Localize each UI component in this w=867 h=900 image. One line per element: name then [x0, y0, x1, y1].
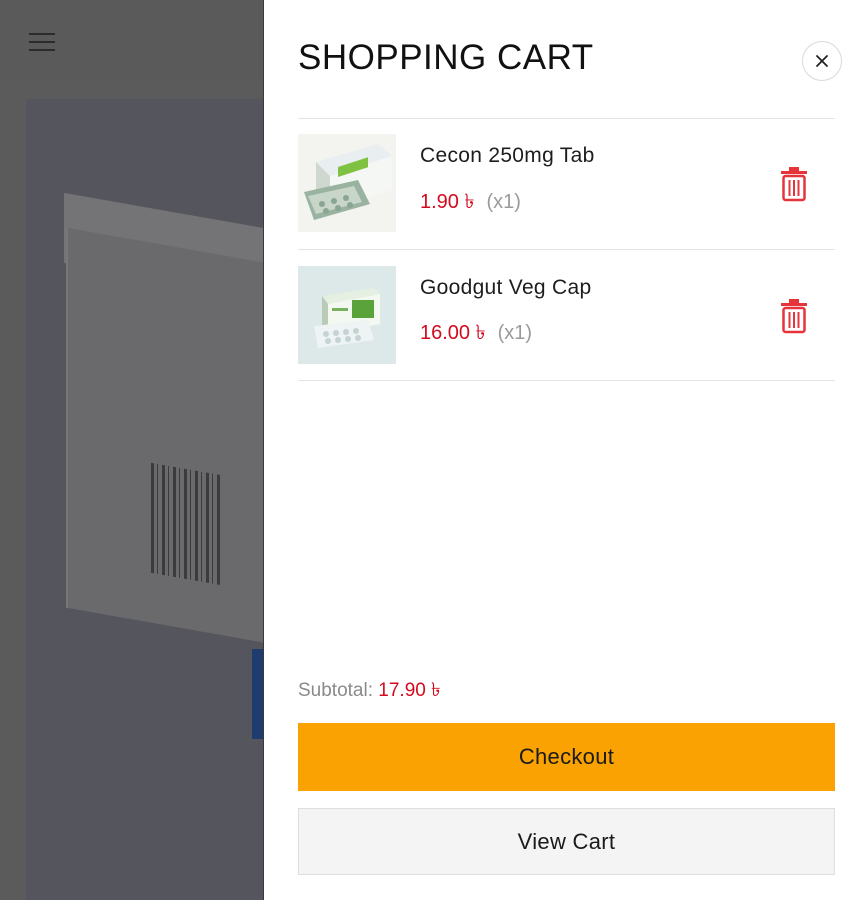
cart-title: SHOPPING CART	[298, 38, 594, 77]
item-name[interactable]: Goodgut Veg Cap	[420, 276, 591, 300]
close-button[interactable]	[802, 41, 842, 81]
product-image	[26, 99, 266, 900]
trash-icon	[781, 299, 807, 334]
checkout-button[interactable]: Checkout	[298, 723, 835, 791]
product-thumbnail[interactable]	[298, 134, 396, 232]
item-price: 16.00 ৳	[420, 322, 486, 344]
shopping-cart-drawer: SHOPPING CART Cecon 250mg Tab 1.90 ৳ (x1)	[263, 0, 867, 900]
remove-item-button[interactable]	[779, 166, 809, 202]
item-quantity: (x1)	[497, 322, 533, 344]
subtotal-value: 17.90 ৳	[378, 680, 441, 701]
item-price-row: 16.00 ৳ (x1)	[420, 318, 532, 351]
item-price-row: 1.90 ৳ (x1)	[420, 187, 521, 220]
remove-item-button[interactable]	[779, 298, 809, 334]
close-icon	[816, 55, 828, 67]
item-price: 1.90 ৳	[420, 191, 475, 213]
hamburger-icon[interactable]	[29, 33, 55, 53]
medicine-box-image	[298, 266, 396, 364]
subtotal-label: Subtotal:	[298, 680, 373, 701]
cart-item: Cecon 250mg Tab 1.90 ৳ (x1)	[298, 118, 835, 249]
cart-item: Goodgut Veg Cap 16.00 ৳ (x1)	[298, 250, 835, 381]
divider	[298, 380, 835, 381]
medicine-box-image	[298, 134, 396, 232]
trash-icon	[781, 167, 807, 202]
item-name[interactable]: Cecon 250mg Tab	[420, 144, 595, 168]
item-quantity: (x1)	[486, 191, 521, 213]
subtotal: Subtotal: 17.90 ৳	[298, 676, 441, 708]
view-cart-button[interactable]: View Cart	[298, 808, 835, 875]
product-thumbnail[interactable]	[298, 266, 396, 364]
